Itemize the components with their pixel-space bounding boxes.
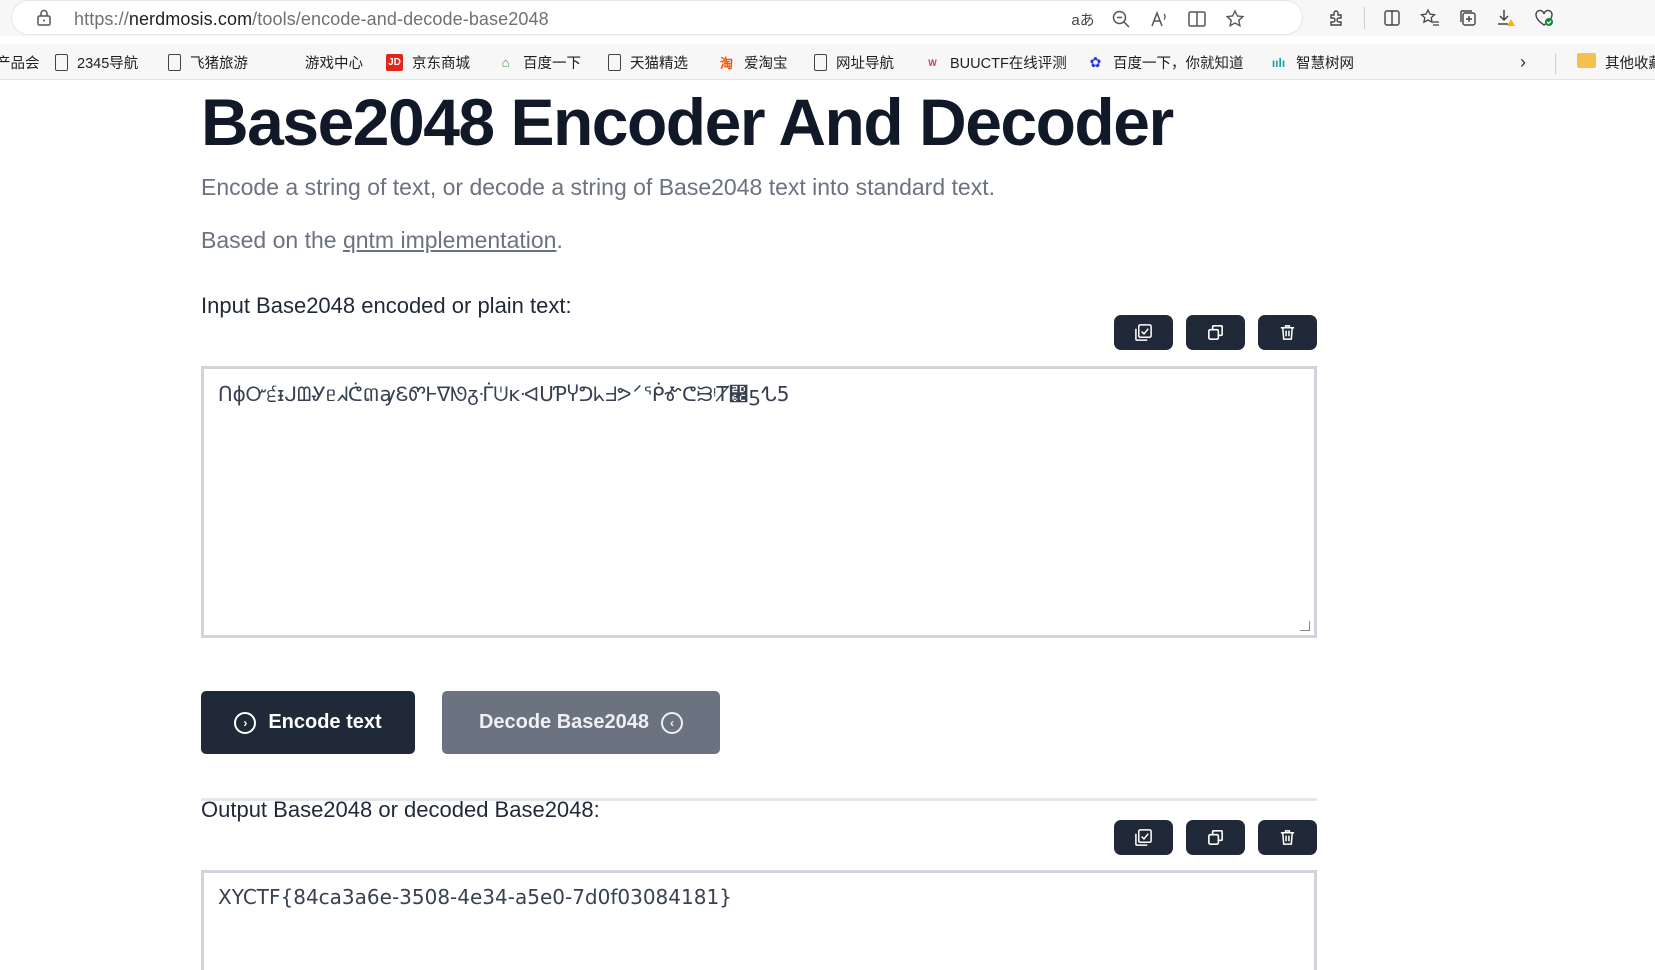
bookmark-divider (1555, 54, 1556, 74)
extensions-icon[interactable] (1318, 5, 1356, 31)
qntm-implementation-link[interactable]: qntm implementation (343, 227, 557, 253)
page-icon (814, 54, 827, 71)
page-icon (168, 54, 181, 71)
input-clear-button[interactable] (1258, 315, 1317, 350)
bookmark-label: 游戏中心 (305, 56, 363, 72)
bookmark-label: 百度一下，你就知道 (1113, 56, 1244, 72)
bookmark-item[interactable]: ⌂ 百度一下 (497, 52, 581, 73)
bookmark-label: 天猫精选 (630, 56, 688, 72)
downloads-icon[interactable] (1487, 5, 1525, 31)
bookmark-label: 产品会 (0, 56, 40, 72)
bookmark-item[interactable]: 游戏中心 (305, 52, 363, 73)
input-toolbar (1114, 315, 1317, 350)
browser-essentials-icon[interactable] (1525, 5, 1563, 31)
url-scheme: https:// (74, 9, 129, 29)
bookmark-label: 百度一下 (523, 56, 581, 72)
bookmarks-bar: 产品会 2345导航 飞猪旅游 游戏中心 JD 京东商城 ⌂ 百度一下 天猫精选 淘… (0, 44, 1655, 80)
output-toolbar (1114, 820, 1317, 855)
url-text[interactable]: https://nerdmosis.com/tools/encode-and-d… (74, 9, 549, 30)
house-icon: ⌂ (501, 55, 510, 70)
bookmark-label: 2345导航 (77, 56, 139, 72)
bookmark-item[interactable]: 产品会 (0, 52, 40, 73)
input-select-all-button[interactable] (1114, 315, 1173, 350)
output-text: XYCTF{84ca3a6e-3508-4e34-a5e0-7d0f030841… (218, 885, 732, 909)
bookmark-item[interactable]: W BUUCTF在线评测 (924, 52, 1067, 73)
split-screen-icon[interactable] (1373, 5, 1411, 31)
chevron-right-icon[interactable]: › (1520, 52, 1526, 73)
input-label: Input Base2048 encoded or plain text: (201, 293, 572, 318)
input-textarea[interactable]: ՈϕᏅ੬ᵻᒍᗶᎽᥱᖽᕧ៣ꜽᏋᏛᎰᐁᘚᵹᒰᕫᴋᐗՍƤჄᕤᖾᖵᕗ⸍ᖀᎹᕦᙣᵎȾ⵬ƽᖍ… (201, 366, 1317, 638)
output-select-all-button[interactable] (1114, 820, 1173, 855)
bookmark-label: BUUCTF在线评测 (950, 56, 1067, 72)
bookmark-item[interactable]: JD 京东商城 (386, 52, 470, 73)
encode-button[interactable]: › Encode text (201, 691, 415, 754)
other-bookmarks-label: 其他收藏 (1605, 56, 1655, 72)
attribution-text: Based on the (201, 227, 343, 253)
bookmark-item[interactable]: 飞猪旅游 (168, 52, 248, 73)
toolbar-divider (1364, 7, 1365, 29)
other-bookmarks[interactable]: 其他收藏 (1605, 52, 1655, 73)
bookmark-label: 网址导航 (836, 56, 894, 72)
jd-logo-icon: JD (386, 54, 403, 71)
bookmark-item[interactable]: 2345导航 (55, 52, 138, 73)
output-label: Output Base2048 or decoded Base2048: (201, 797, 600, 822)
url-host: nerdmosis.com (128, 9, 253, 29)
bookmark-label: 爱淘宝 (744, 56, 788, 72)
input-copy-button[interactable] (1186, 315, 1245, 350)
favorites-icon[interactable] (1411, 5, 1449, 31)
copy-icon (1208, 325, 1223, 340)
output-copy-button[interactable] (1186, 820, 1245, 855)
chevron-left-circle-icon: ‹ (661, 711, 684, 734)
bookmark-item[interactable]: 天猫精选 (608, 52, 688, 73)
bookmark-item[interactable]: ıılı 智慧树网 (1270, 52, 1354, 73)
bookmark-item[interactable]: ✿ 百度一下，你就知道 (1087, 52, 1244, 73)
collections-icon[interactable] (1449, 5, 1487, 31)
encode-label: Encode text (268, 711, 382, 733)
bookmark-label: 京东商城 (412, 56, 470, 72)
bookmark-item[interactable]: 网址导航 (814, 52, 894, 73)
browser-toolbar: https://nerdmosis.com/tools/encode-and-d… (0, 0, 1655, 36)
bookmark-item[interactable]: 淘爱淘宝 (718, 52, 788, 73)
decode-button[interactable]: Decode Base2048 ‹ (442, 691, 720, 754)
translate-icon[interactable]: aあ (1064, 6, 1102, 32)
trash-icon (1280, 325, 1295, 340)
immersive-reader-icon[interactable] (1178, 6, 1216, 32)
page-icon (608, 54, 621, 71)
url-path: /tools/encode-and-decode-base2048 (252, 9, 549, 29)
input-text: ՈϕᏅ੬ᵻᒍᗶᎽᥱᖽᕧ៣ꜽᏋᏛᎰᐁᘚᵹᒰᕫᴋᐗՍƤჄᕤᖾᖵᕗ⸍ᖀᎹᕦᙣᵎȾ⵬ƽᖍ… (218, 382, 790, 406)
select-all-icon (1135, 829, 1152, 846)
lock-icon[interactable] (37, 9, 51, 26)
page-icon (55, 54, 68, 71)
buuctf-icon: W (928, 57, 937, 68)
page-subtitle: Encode a string of text, or decode a str… (201, 174, 995, 200)
chevron-right-circle-icon: › (234, 711, 257, 734)
output-clear-button[interactable] (1258, 820, 1317, 855)
taobao-icon: 淘 (719, 56, 733, 71)
copy-icon (1208, 830, 1223, 845)
trash-icon (1280, 830, 1295, 845)
page-title: Base2048 Encoder And Decoder (201, 85, 1174, 159)
baidu-paw-icon: ✿ (1089, 54, 1102, 70)
favorite-star-icon[interactable] (1216, 6, 1254, 32)
decode-label: Decode Base2048 (478, 711, 650, 733)
address-bar[interactable]: https://nerdmosis.com/tools/encode-and-d… (12, 1, 1302, 34)
zoom-icon[interactable] (1102, 6, 1140, 32)
audio-bars-icon: ıılı (1271, 55, 1286, 70)
bookmark-label: 飞猪旅游 (190, 56, 248, 72)
resize-handle[interactable] (1300, 621, 1310, 631)
output-textarea[interactable]: XYCTF{84ca3a6e-3508-4e34-a5e0-7d0f030841… (201, 870, 1317, 970)
bookmark-label: 智慧树网 (1296, 56, 1354, 72)
attribution: Based on the qntm implementation. (201, 227, 563, 254)
read-aloud-icon[interactable] (1140, 6, 1178, 32)
select-all-icon (1135, 324, 1152, 341)
attribution-period: . (556, 227, 563, 253)
folder-icon[interactable] (1577, 53, 1596, 68)
